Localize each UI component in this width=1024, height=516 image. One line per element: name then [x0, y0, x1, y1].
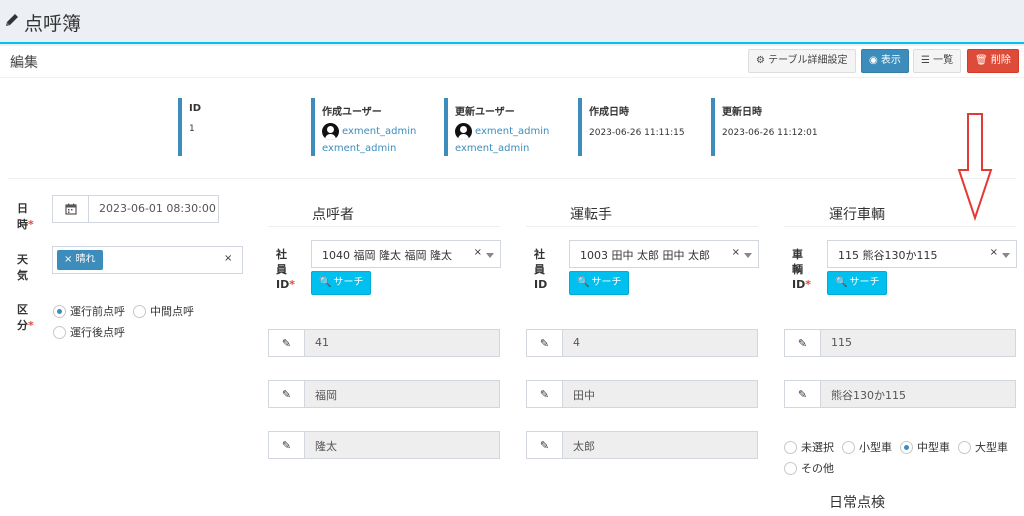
size-radio-1[interactable]: 小型車: [842, 439, 892, 455]
size-radio-2[interactable]: 中型車: [900, 439, 950, 455]
delete-button[interactable]: 🗑 削除: [967, 49, 1019, 73]
page-title: 点呼簿: [24, 13, 82, 35]
section-divider: [526, 226, 758, 227]
datetime-input[interactable]: 2023-06-01 08:30:00: [52, 195, 219, 223]
meta-updated-at: 更新日時 2023-06-26 11:12:01: [711, 98, 836, 156]
pencil-icon: ✎: [269, 432, 305, 458]
caller-search-button[interactable]: 🔍 サーチ: [311, 271, 372, 295]
search-icon: 🔍: [835, 277, 848, 288]
clear-icon[interactable]: ×: [474, 247, 482, 258]
section-divider: [268, 226, 500, 227]
category-radio-0[interactable]: 運行前点呼: [53, 303, 125, 319]
driver-select[interactable]: 1003 田中 太郎 田中 太郎 ×: [569, 240, 759, 268]
updated-user-link[interactable]: exment_admin: [475, 126, 549, 137]
pencil-icon: ✎: [527, 381, 563, 407]
vehicle-select[interactable]: 115 熊谷130か115 ×: [827, 240, 1017, 268]
caller-field-0: ✎ 41: [268, 329, 500, 357]
radio-icon: [842, 440, 855, 454]
vehicle-section-title: 運行車輌: [829, 207, 885, 223]
clear-icon[interactable]: ×: [224, 253, 232, 264]
chevron-down-icon: [744, 253, 752, 258]
radio-icon: [784, 461, 797, 475]
pencil-icon: ✎: [269, 330, 305, 356]
driver-field-2: ✎ 太郎: [526, 431, 758, 459]
size-radio-0[interactable]: 未選択: [784, 439, 834, 455]
annotation-arrow-icon: [957, 113, 993, 222]
vehicle-search-button[interactable]: 🔍 サーチ: [827, 271, 888, 295]
divider: [8, 178, 1016, 179]
driver-search-button[interactable]: 🔍 サーチ: [569, 271, 630, 295]
weather-label: 天 気: [17, 253, 28, 282]
driver-id-label: 社 員 ID: [534, 248, 548, 291]
caller-field-1: ✎ 福岡: [268, 380, 500, 408]
radio-icon: [784, 440, 797, 454]
pencil-icon: ✎: [785, 381, 821, 407]
avatar: [455, 123, 472, 140]
clear-icon[interactable]: ×: [732, 247, 740, 258]
size-radio-4[interactable]: その他: [784, 460, 834, 476]
vehicle-id-label: 車 輌 ID*: [792, 248, 811, 291]
meta-id: ID 1: [178, 98, 298, 156]
updated-user-link-2[interactable]: exment_admin: [455, 143, 569, 154]
datetime-label: 日 時*: [17, 202, 34, 231]
chevron-down-icon: [1002, 253, 1010, 258]
weather-select[interactable]: × 晴れ ×: [52, 246, 243, 274]
chevron-down-icon: [486, 253, 494, 258]
view-button[interactable]: ◉ 表示: [861, 49, 909, 73]
meta-updated-user: 更新ユーザー exment_admin exment_admin: [444, 98, 569, 156]
avatar: [322, 123, 339, 140]
radio-icon: [133, 304, 146, 318]
table-settings-button[interactable]: ⚙ テーブル詳細設定: [748, 49, 856, 73]
pencil-icon: ✎: [785, 330, 821, 356]
radio-icon: [53, 325, 66, 339]
calendar-icon: [53, 196, 89, 222]
search-icon: 🔍: [577, 277, 590, 288]
meta-created-user: 作成ユーザー exment_admin exment_admin: [311, 98, 436, 156]
category-radio-2[interactable]: 運行後点呼: [53, 324, 125, 340]
vehicle-field-0: ✎ 115: [784, 329, 1016, 357]
list-button[interactable]: ☰ 一覧: [913, 49, 962, 73]
driver-field-0: ✎ 4: [526, 329, 758, 357]
radio-icon: [53, 304, 66, 318]
trash-icon: 🗑: [975, 55, 988, 66]
list-icon: ☰: [921, 55, 930, 66]
box-title: 編集: [10, 55, 38, 71]
driver-section-title: 運転手: [570, 207, 612, 223]
pencil-icon: ✎: [269, 381, 305, 407]
driver-field-1: ✎ 田中: [526, 380, 758, 408]
daily-check-title: 日常点検: [829, 495, 885, 511]
caller-id-label: 社 員 ID*: [276, 248, 295, 291]
meta-created-at: 作成日時 2023-06-26 11:11:15: [578, 98, 703, 156]
radio-icon: [958, 440, 971, 454]
created-user-link-2[interactable]: exment_admin: [322, 143, 436, 154]
section-divider: [784, 226, 1016, 227]
category-radio-1[interactable]: 中間点呼: [133, 303, 194, 319]
clear-icon[interactable]: ×: [990, 247, 998, 258]
search-icon: 🔍: [319, 277, 332, 288]
pencil-icon: ✎: [527, 330, 563, 356]
caller-field-2: ✎ 隆太: [268, 431, 500, 459]
size-radio-3[interactable]: 大型車: [958, 439, 1008, 455]
box-header: 編集 ⚙ テーブル詳細設定 ◉ 表示 ☰ 一覧 🗑 削除: [0, 46, 1024, 78]
weather-tag[interactable]: × 晴れ: [57, 250, 103, 270]
radio-icon: [900, 440, 913, 454]
caller-section-title: 点呼者: [312, 207, 354, 223]
category-label: 区 分*: [17, 303, 34, 332]
pencil-icon: ✎: [527, 432, 563, 458]
gear-icon: ⚙: [756, 55, 765, 66]
caller-select[interactable]: 1040 福岡 隆太 福岡 隆太 ×: [311, 240, 501, 268]
eye-icon: ◉: [869, 55, 878, 66]
edit-box: 編集 ⚙ テーブル詳細設定 ◉ 表示 ☰ 一覧 🗑 削除 ID 1 作成ユーザー…: [0, 46, 1024, 516]
page-header: 点呼簿: [0, 0, 1024, 44]
created-user-link[interactable]: exment_admin: [342, 126, 416, 137]
pencil-icon: [4, 12, 20, 31]
vehicle-field-1: ✎ 熊谷130か115: [784, 380, 1016, 408]
